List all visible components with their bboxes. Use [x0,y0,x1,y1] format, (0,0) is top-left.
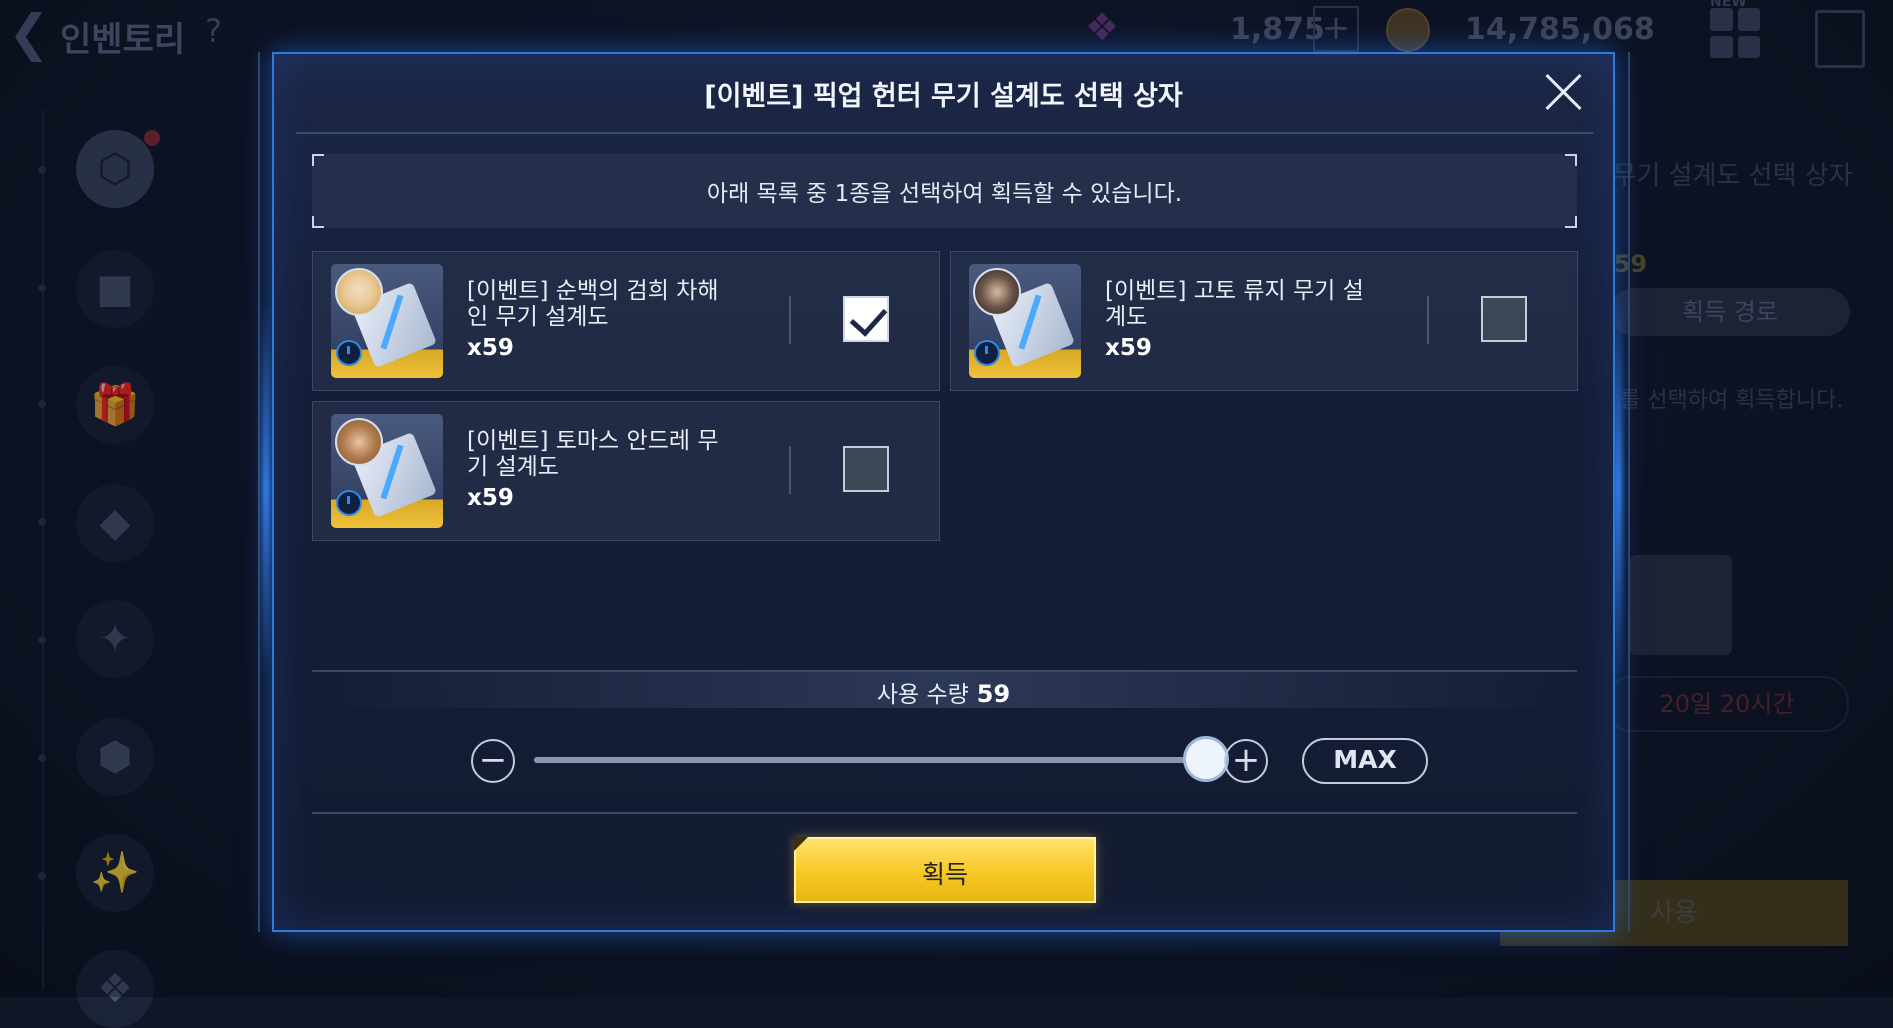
item-quantity: x59 [467,335,514,361]
max-button[interactable]: MAX [1302,738,1428,784]
clock-icon [336,340,362,366]
close-icon[interactable] [1542,70,1586,114]
item-name: [이벤트] 토마스 안드레 무기 설계도 [467,428,719,480]
item-quantity: x59 [1105,335,1152,361]
quantity-label: 사용 수량 [876,682,969,708]
card-divider [1427,296,1429,344]
button-corner-deco [794,837,808,851]
item-checkbox-3[interactable] [843,446,889,492]
slider-fill [534,757,1206,763]
clock-icon [336,490,362,516]
info-box: 아래 목록 중 1종을 선택하여 획득할 수 있습니다. [312,154,1577,228]
slider-thumb[interactable] [1183,736,1229,782]
hunter-portrait-icon [973,268,1021,316]
item-card-1[interactable]: [이벤트] 순백의 검희 차해인 무기 설계도 x59 [312,251,940,391]
decrease-button[interactable]: − [471,739,515,783]
card-divider [789,446,791,494]
item-checkbox-2[interactable] [1481,296,1527,342]
checkmark-icon [849,298,888,337]
frame-line-left [258,52,260,932]
quantity-divider-bottom [312,812,1577,814]
blueprint-item-icon [969,264,1081,378]
selection-box-modal: [이벤트] 픽업 헌터 무기 설계도 선택 상자 아래 목록 중 1종을 선택하… [272,52,1615,932]
item-checkbox-1[interactable] [843,296,889,342]
title-divider [296,132,1593,134]
obtain-button-label: 획득 [921,860,968,889]
obtain-button[interactable]: 획득 [794,837,1096,903]
item-name: [이벤트] 순백의 검희 차해인 무기 설계도 [467,278,719,330]
hunter-portrait-icon [335,268,383,316]
modal-title: [이벤트] 픽업 헌터 무기 설계도 선택 상자 [704,81,1183,112]
quantity-slider-track[interactable] [534,757,1206,763]
glow-left [262,300,270,680]
frame-line-right [1628,52,1630,932]
corner-deco [1565,154,1577,166]
quantity-value: 59 [976,680,1011,708]
blueprint-item-icon [331,414,443,528]
corner-deco [312,154,324,166]
clock-icon [974,340,1000,366]
item-name: [이벤트] 고토 류지 무기 설계도 [1105,278,1364,330]
glow-right [1614,300,1622,680]
item-quantity: x59 [467,485,514,511]
corner-deco [1565,216,1577,228]
quantity-readout: 사용 수량 59 [274,675,1613,709]
increase-button[interactable]: + [1224,739,1268,783]
hunter-portrait-icon [335,418,383,466]
blueprint-item-icon [331,264,443,378]
info-text: 아래 목록 중 1종을 선택하여 획득할 수 있습니다. [706,181,1183,207]
item-card-2[interactable]: [이벤트] 고토 류지 무기 설계도 x59 [950,251,1578,391]
item-card-3[interactable]: [이벤트] 토마스 안드레 무기 설계도 x59 [312,401,940,541]
corner-deco [312,216,324,228]
card-divider [789,296,791,344]
